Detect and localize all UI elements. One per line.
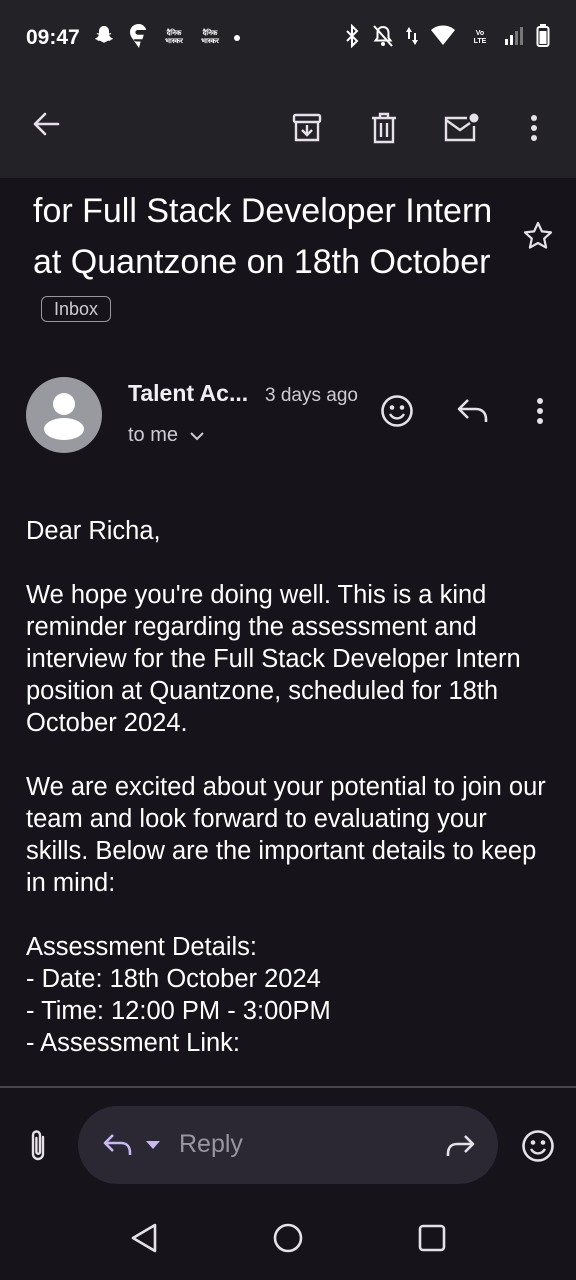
details-date: - Date: 18th October 2024	[26, 965, 321, 993]
avatar[interactable]	[26, 377, 102, 453]
news-app-line2: भास्कर	[165, 38, 183, 45]
delete-icon[interactable]	[362, 106, 406, 150]
reply-input[interactable]: Reply	[179, 1130, 243, 1159]
email-subject: for Full Stack Developer Intern at Quant…	[33, 186, 503, 339]
reply-options-dropdown-icon[interactable]	[142, 1136, 164, 1154]
volte-line2: LTE	[473, 38, 487, 45]
details-heading: Assessment Details:	[26, 933, 257, 961]
forward-arrow-icon[interactable]	[440, 1130, 480, 1162]
chevron-down-icon	[190, 431, 204, 440]
inbox-label-chip[interactable]: Inbox	[41, 296, 112, 323]
body-paragraph: Dear Richa,	[26, 517, 161, 545]
email-toolbar	[0, 80, 576, 178]
more-vert-icon[interactable]	[512, 106, 556, 150]
navigation-bar	[0, 1196, 576, 1280]
volte-icon: Vo LTE	[468, 27, 492, 49]
reply-icon[interactable]	[452, 392, 494, 430]
wifi-icon	[430, 25, 456, 52]
emoji-icon[interactable]	[518, 1126, 558, 1166]
nav-recents-icon[interactable]	[410, 1216, 454, 1260]
status-left-icons: दैनिक भास्कर दैनिक भास्कर	[92, 22, 240, 54]
details-time: - Time: 12:00 PM - 3:00PM	[26, 997, 331, 1025]
bluetooth-icon	[344, 23, 360, 53]
back-arrow-icon[interactable]	[24, 102, 68, 146]
add-reaction-icon[interactable]	[376, 390, 418, 432]
person-icon	[44, 393, 84, 440]
volte-line1: Vo	[475, 30, 485, 37]
body-paragraph: We hope you're doing well. This is a kin…	[26, 581, 521, 737]
details-link-label: - Assessment Link:	[26, 1029, 240, 1057]
status-time: 09:47	[26, 26, 80, 49]
email-body: Dear Richa, We hope you're doing well. T…	[26, 515, 556, 1059]
notification-dot-icon	[234, 35, 240, 41]
sender-name[interactable]: Talent Ac...	[128, 380, 248, 407]
news-app-line1: दैनिक	[166, 30, 182, 37]
swiggy-icon	[128, 23, 150, 54]
data-arrows-icon	[406, 25, 418, 52]
news-app-icon: दैनिक भास्कर	[162, 27, 186, 49]
snapchat-icon	[92, 24, 116, 53]
reply-bar[interactable]: Reply	[78, 1106, 498, 1184]
message-more-icon[interactable]	[522, 392, 558, 430]
reply-arrow-icon[interactable]	[100, 1128, 136, 1162]
email-time: 3 days ago	[265, 385, 358, 406]
recipient-text: to me	[128, 424, 179, 446]
assessment-details: Assessment Details: - Date: 18th October…	[26, 931, 556, 1059]
body-paragraph: We are excited about your potential to j…	[26, 773, 546, 897]
mark-unread-icon[interactable]	[438, 106, 484, 150]
news-app-line2: भास्कर	[201, 38, 219, 45]
divider	[0, 1086, 576, 1088]
archive-icon[interactable]	[285, 106, 329, 150]
subject-text: for Full Stack Developer Intern at Quant…	[33, 192, 493, 281]
news-app-icon: दैनिक भास्कर	[198, 27, 222, 49]
nav-home-icon[interactable]	[266, 1216, 310, 1260]
nav-back-icon[interactable]	[122, 1216, 166, 1260]
star-icon[interactable]	[518, 216, 558, 256]
signal-icon	[504, 26, 524, 51]
battery-icon	[536, 23, 550, 53]
do-not-disturb-icon	[372, 24, 394, 53]
news-app-line1: दैनिक	[202, 30, 218, 37]
recipient-toggle[interactable]: to me	[128, 424, 204, 447]
status-bar: 09:47 दैनिक भास्कर दैनिक भास्कर Vo LTE	[0, 0, 576, 80]
attachment-icon[interactable]	[20, 1124, 56, 1168]
status-right-icons: Vo LTE	[344, 22, 550, 54]
